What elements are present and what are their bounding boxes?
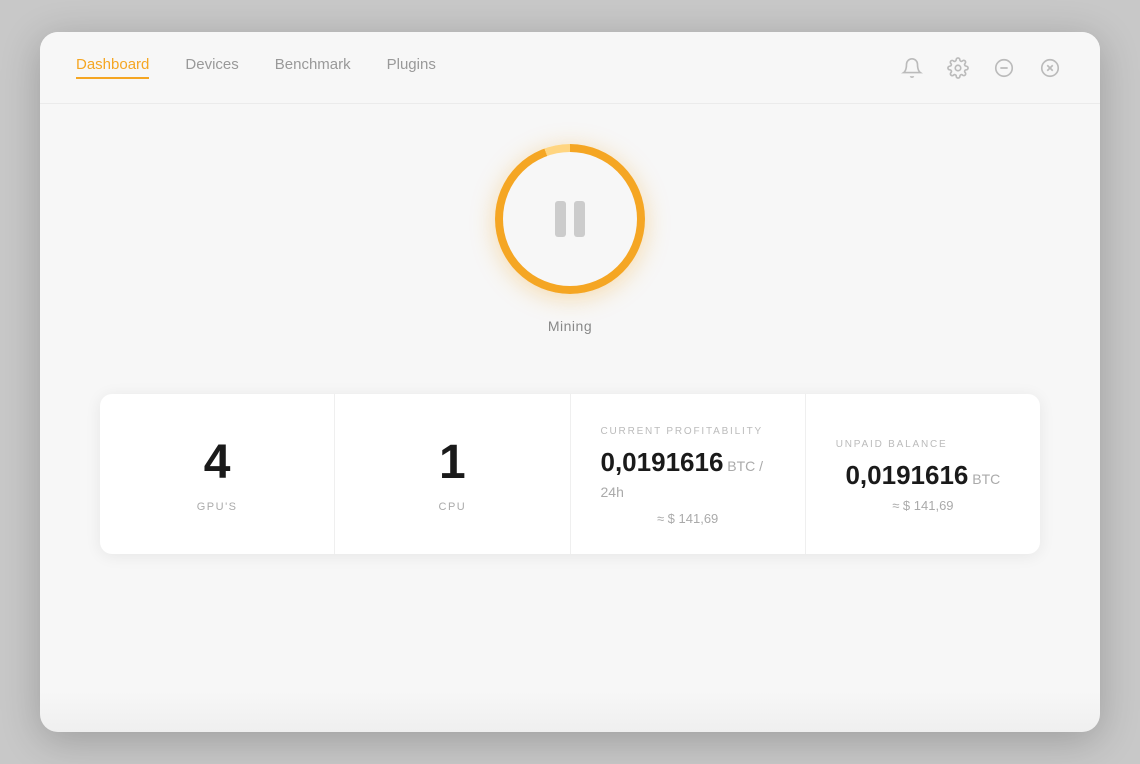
pause-icon (555, 201, 585, 237)
stats-row: 4 GPU'S 1 CPU CURRENT PROFITABILITY 0,01… (100, 394, 1040, 554)
pause-bar-left (555, 201, 566, 237)
balance-title: UNPAID BALANCE (836, 439, 948, 450)
cpu-value: 1 (439, 439, 466, 487)
stat-gpu: 4 GPU'S (100, 394, 335, 554)
balance-unit: BTC (968, 471, 1000, 487)
minimize-icon[interactable] (990, 54, 1018, 82)
stat-balance: UNPAID BALANCE 0,0191616 BTC ≈ $ 141,69 (806, 394, 1040, 554)
profitability-approx: ≈ $ 141,69 (657, 511, 718, 526)
gpu-value: 4 (204, 439, 231, 487)
stat-cpu: 1 CPU (335, 394, 570, 554)
nav-actions (898, 54, 1064, 82)
pause-bar-right (574, 201, 585, 237)
nav-dashboard[interactable]: Dashboard (76, 56, 149, 79)
mining-button[interactable] (495, 144, 645, 294)
balance-approx: ≈ $ 141,69 (892, 498, 953, 513)
gear-icon[interactable] (944, 54, 972, 82)
nav-plugins[interactable]: Plugins (387, 56, 436, 79)
nav-benchmark[interactable]: Benchmark (275, 56, 351, 79)
main-window: Dashboard Devices Benchmark Plugins (40, 32, 1100, 732)
main-content: Mining 4 GPU'S 1 CPU CURRENT PROFITABILI… (40, 104, 1100, 732)
balance-value: 0,0191616 BTC (845, 462, 1000, 488)
profitability-title: CURRENT PROFITABILITY (601, 426, 763, 437)
mining-ring (495, 144, 645, 294)
gpu-label: GPU'S (197, 501, 238, 513)
mining-label: Mining (548, 318, 592, 334)
mining-section: Mining (495, 144, 645, 334)
bell-icon[interactable] (898, 54, 926, 82)
profitability-value: 0,0191616 BTC / 24h (601, 449, 775, 501)
nav-bar: Dashboard Devices Benchmark Plugins (40, 32, 1100, 104)
nav-links: Dashboard Devices Benchmark Plugins (76, 56, 436, 79)
close-icon[interactable] (1036, 54, 1064, 82)
stat-profitability: CURRENT PROFITABILITY 0,0191616 BTC / 24… (571, 394, 806, 554)
nav-devices[interactable]: Devices (185, 56, 238, 79)
cpu-label: CPU (439, 501, 467, 513)
mining-ring-inner (503, 152, 637, 286)
